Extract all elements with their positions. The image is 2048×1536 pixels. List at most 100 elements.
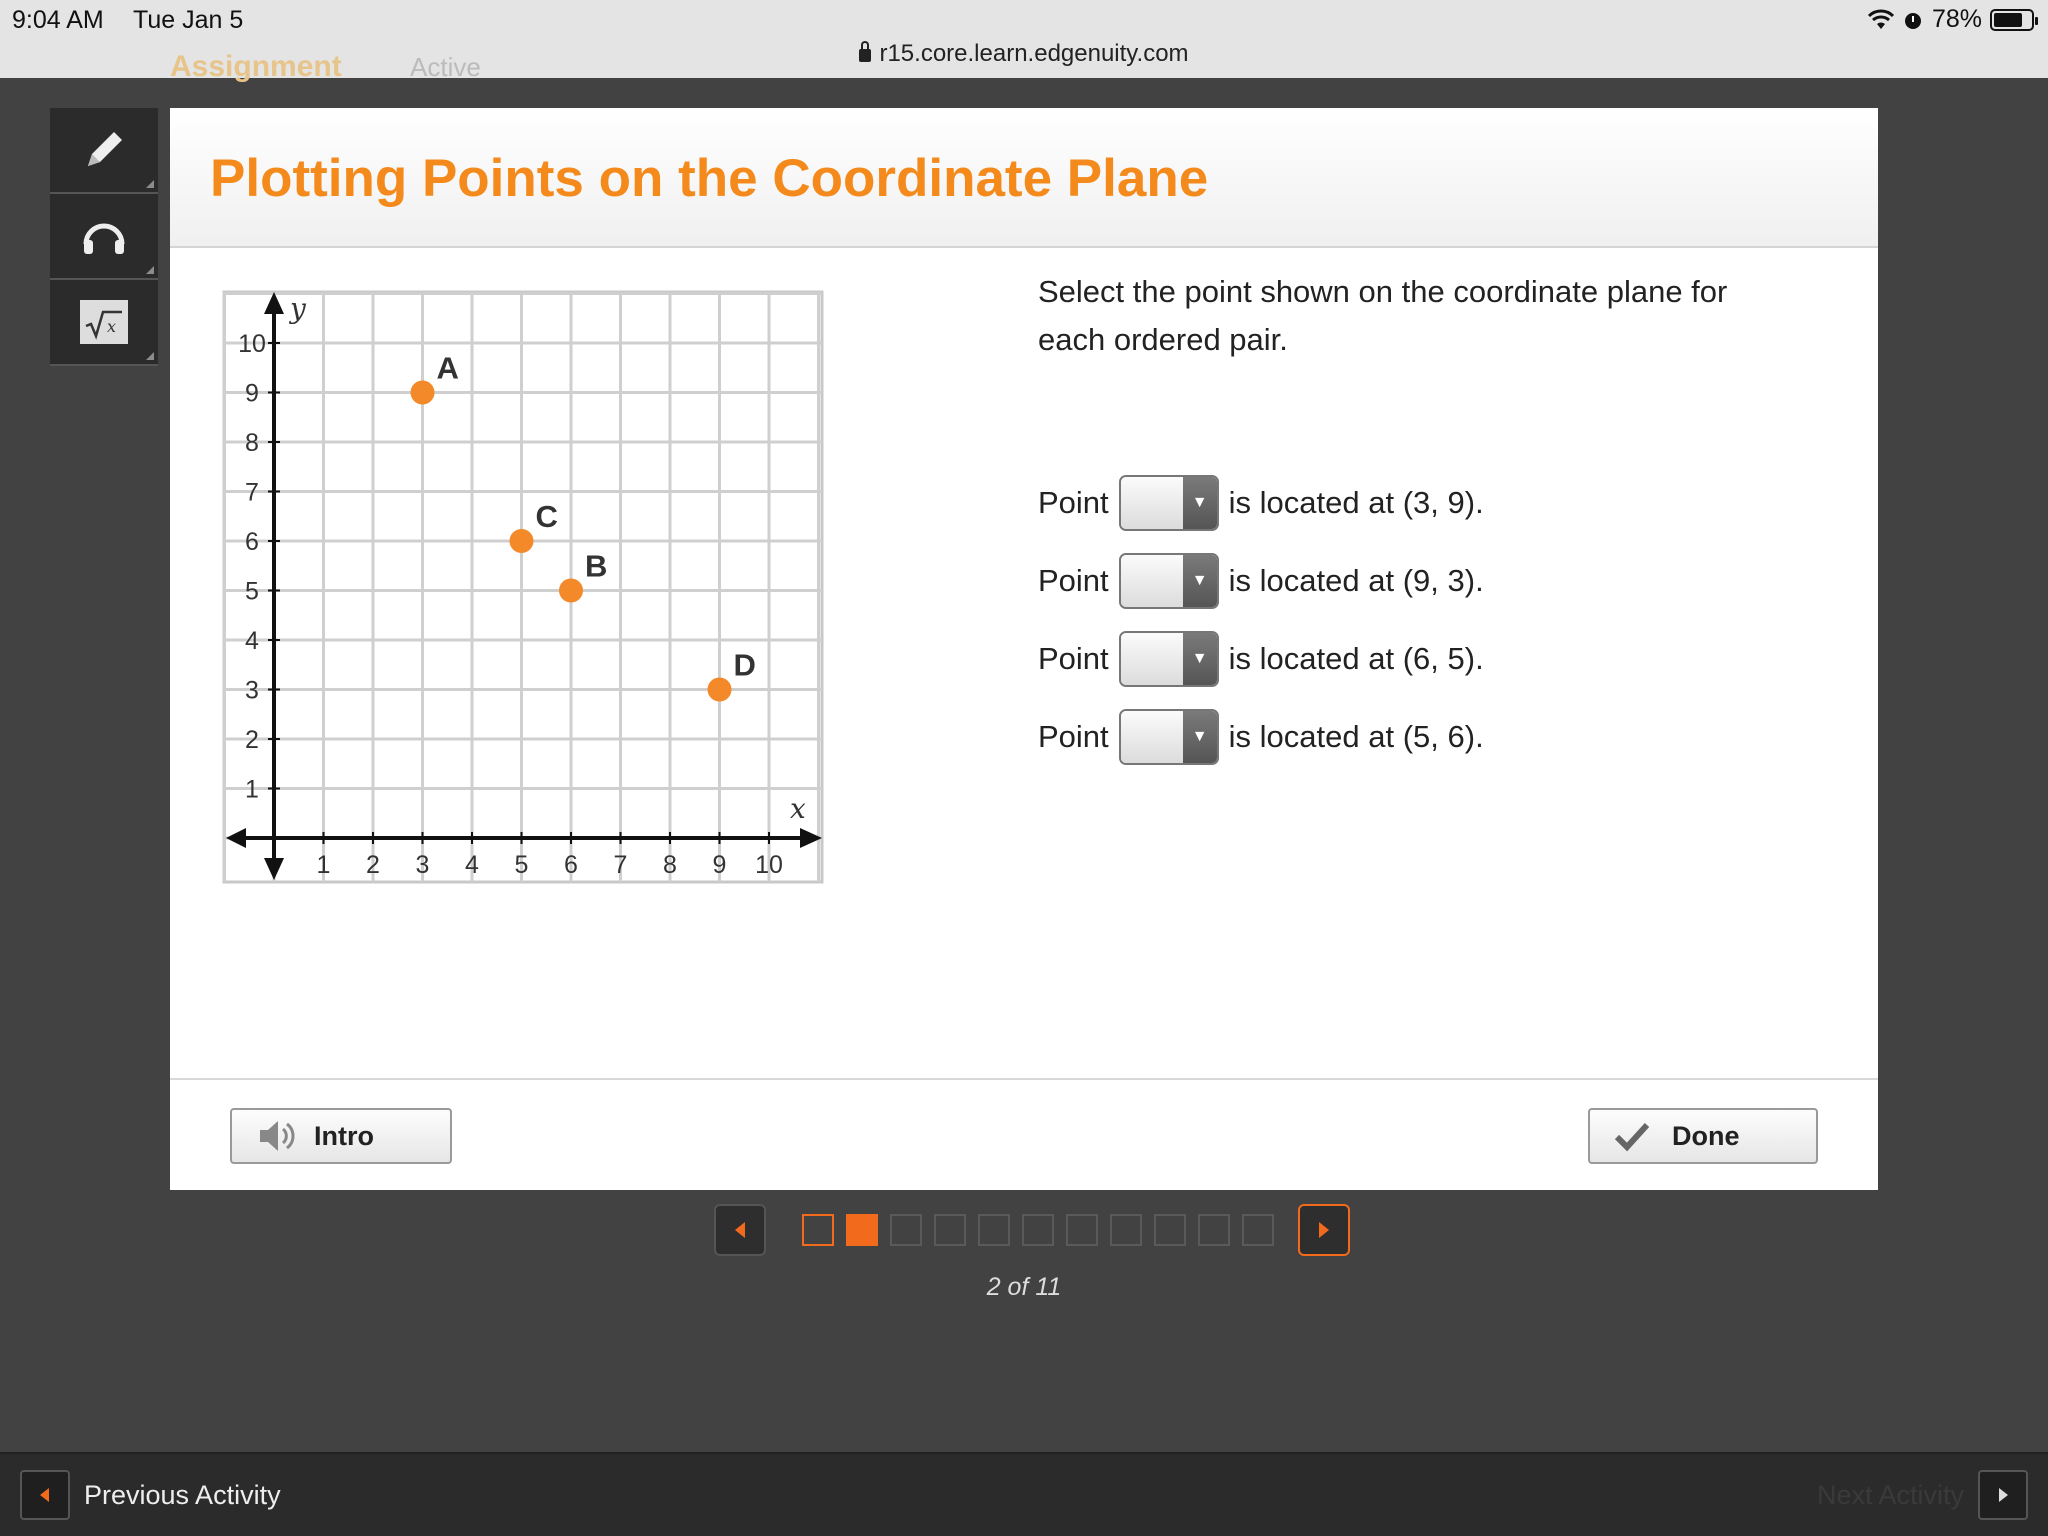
answer-row: Point ▼ is located at (9, 3). [1038, 542, 1484, 620]
x-tick-label: 7 [614, 851, 628, 879]
alarm-icon [1904, 12, 1921, 29]
y-tick-label: 6 [245, 528, 259, 556]
row-suffix: is located at (9, 3). [1228, 563, 1484, 598]
triangle-right-icon [1978, 1470, 2028, 1520]
page-indicator-box[interactable] [1022, 1214, 1054, 1246]
point-label: B [585, 549, 607, 584]
y-tick-label: 7 [245, 479, 259, 507]
triangle-left-icon [735, 1222, 745, 1238]
pencil-icon [88, 132, 122, 166]
y-tick-label: 4 [245, 627, 259, 655]
triangle-left-icon [20, 1470, 70, 1520]
y-tick-label: 8 [245, 429, 259, 457]
checkmark-icon [1614, 1122, 1650, 1152]
triangle-right-icon [1319, 1222, 1329, 1238]
x-tick-label: 3 [416, 851, 430, 879]
chevron-down-icon: ▼ [1182, 555, 1217, 607]
next-activity-button[interactable]: Next Activity [1817, 1470, 2028, 1520]
page-indicator-box[interactable] [890, 1214, 922, 1246]
y-tick-label: 5 [245, 578, 259, 606]
point-dropdown[interactable]: ▼ [1118, 475, 1219, 531]
chevron-down-icon: ▼ [1182, 477, 1217, 529]
data-point [707, 677, 732, 702]
x-tick-label: 4 [465, 851, 479, 879]
point-dropdown[interactable]: ▼ [1118, 709, 1219, 765]
row-suffix: is located at (5, 6). [1228, 719, 1484, 754]
page-indicator-box[interactable] [1198, 1214, 1230, 1246]
url-text: r15.core.learn.edgenuity.com [879, 40, 1189, 67]
data-point [559, 578, 583, 603]
y-tick-label: 3 [245, 677, 259, 705]
point-label: A [437, 351, 459, 386]
data-point [410, 380, 435, 405]
row-prefix: Point [1038, 563, 1109, 598]
x-axis-label: x [790, 792, 806, 825]
y-tick-label: 10 [238, 330, 266, 358]
page-indicator-box[interactable] [802, 1214, 834, 1246]
x-tick-label: 9 [713, 851, 727, 879]
page-indicator-box[interactable] [1154, 1214, 1186, 1246]
page-indicator-box[interactable] [934, 1214, 966, 1246]
nav-assignment[interactable]: Assignment [170, 52, 342, 82]
lock-icon [859, 41, 872, 62]
point-dropdown[interactable]: ▼ [1118, 553, 1219, 609]
x-tick-label: 5 [515, 851, 529, 879]
page-count: 2 of 11 [986, 1273, 1062, 1301]
pencil-tool-button[interactable] [50, 108, 158, 194]
previous-activity-button[interactable]: Previous Activity [20, 1470, 281, 1520]
intro-button[interactable]: Intro [230, 1108, 452, 1164]
page-indicator-box[interactable] [978, 1214, 1010, 1246]
page-navigator [714, 1204, 1350, 1256]
page-indicator-box[interactable] [1066, 1214, 1098, 1246]
status-indicators: 78% [1867, 5, 2038, 34]
coordinate-plane-chart: y x 1 2 3 4 5 6 7 8 9 10 1 2 3 4 5 6 7 8 9 10 A CB D [222, 290, 824, 884]
wifi-icon [1867, 9, 1894, 29]
point-label: D [734, 648, 756, 683]
page-indicator-box[interactable] [1110, 1214, 1142, 1246]
point-dropdown[interactable]: ▼ [1118, 631, 1219, 687]
tool-sidebar: x [50, 108, 158, 366]
answer-row: Point ▼ is located at (3, 9). [1038, 464, 1484, 542]
x-tick-label: 2 [366, 851, 380, 879]
activity-bar: Previous Activity Next Activity [0, 1452, 2048, 1536]
chevron-down-icon: ▼ [1182, 711, 1217, 763]
lesson-header: Plotting Points on the Coordinate Plane [170, 108, 1878, 248]
audio-tool-button[interactable] [50, 194, 158, 280]
lesson-title: Plotting Points on the Coordinate Plane [210, 149, 1209, 208]
nav-status: Active [410, 52, 481, 82]
speaker-icon [260, 1121, 295, 1151]
row-prefix: Point [1038, 719, 1109, 754]
question-prompt: Select the point shown on the coordinate… [1038, 274, 1728, 357]
y-axis-label: y [288, 292, 307, 325]
row-prefix: Point [1038, 485, 1109, 520]
answer-row: Point ▼ is located at (5, 6). [1038, 698, 1484, 776]
page-indicator-box[interactable] [1242, 1214, 1274, 1246]
svg-text:x: x [107, 317, 116, 336]
answer-rows: Point ▼ is located at (3, 9). Point ▼ is… [1038, 464, 1484, 776]
done-label: Done [1672, 1120, 1740, 1151]
x-tick-label: 1 [317, 851, 331, 879]
status-date: Tue Jan 5 [133, 6, 244, 34]
page-indicator-box[interactable] [846, 1214, 878, 1246]
row-suffix: is located at (6, 5). [1228, 641, 1484, 676]
next-page-button[interactable] [1298, 1204, 1350, 1256]
x-tick-label: 8 [663, 851, 677, 879]
battery-percent: 78% [1931, 5, 1982, 33]
headphones-icon [83, 223, 125, 254]
x-tick-label: 10 [755, 851, 783, 879]
y-tick-label: 9 [245, 380, 259, 408]
done-button[interactable]: Done [1588, 1108, 1818, 1164]
next-activity-label: Next Activity [1816, 1479, 1964, 1510]
calculator-tool-button[interactable]: x [50, 280, 158, 366]
page-indicators [766, 1214, 1274, 1246]
point-label: C [536, 499, 558, 534]
intro-label: Intro [314, 1120, 374, 1151]
answer-row: Point ▼ is located at (6, 5). [1038, 620, 1484, 698]
chevron-down-icon: ▼ [1182, 633, 1217, 685]
lesson-footer: Intro Done [170, 1078, 1878, 1190]
y-tick-label: 1 [245, 776, 259, 804]
prev-page-button[interactable] [714, 1204, 766, 1256]
x-tick-label: 6 [564, 851, 578, 879]
coordinate-plane: y x 1 2 3 4 5 6 7 8 9 10 1 2 3 4 5 6 7 8 9 10 A C B D [222, 290, 826, 895]
row-prefix: Point [1038, 641, 1109, 676]
